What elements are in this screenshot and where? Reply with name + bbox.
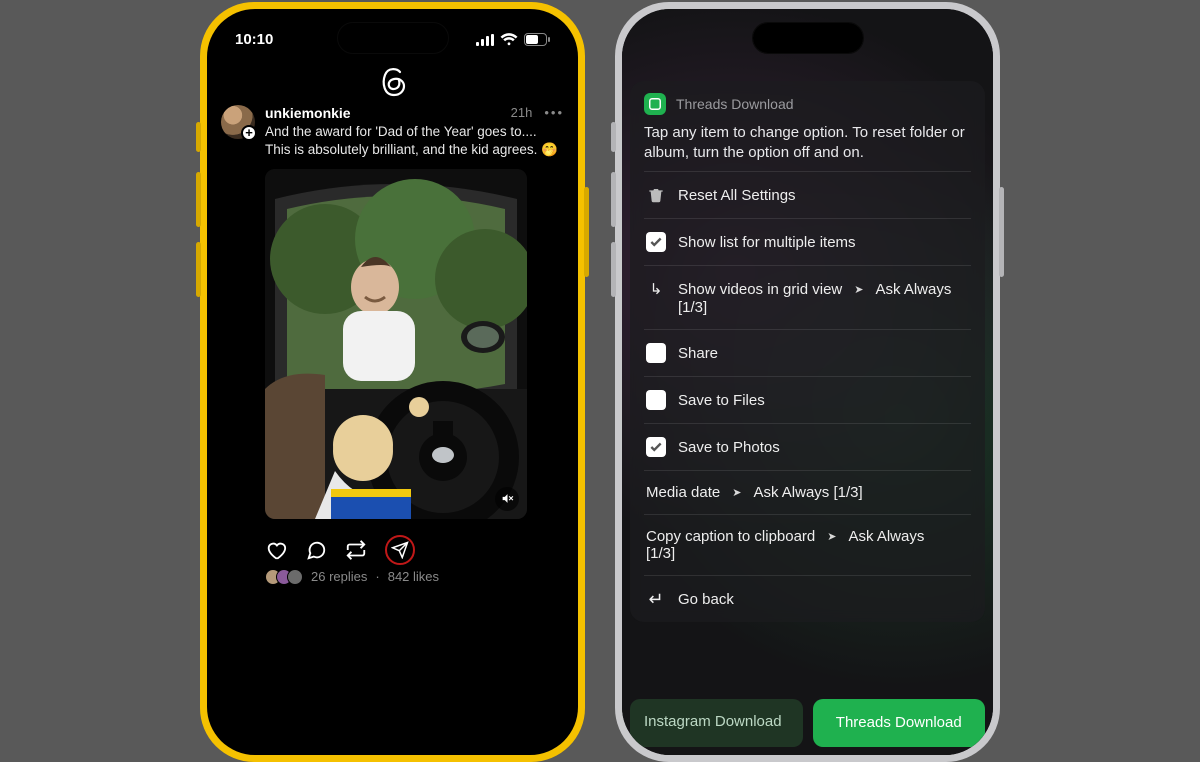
chevron-icon: ➤ (732, 486, 741, 499)
phone-left: 10:10 + unkiemonkie (200, 2, 585, 762)
share-icon[interactable] (385, 535, 415, 565)
dynamic-island (338, 23, 448, 53)
threads-logo-icon[interactable] (380, 67, 406, 97)
row-count: [1/3] (646, 299, 969, 316)
post-actions (221, 525, 564, 569)
subarrow-icon: ↳ (646, 279, 666, 299)
repost-icon[interactable] (345, 539, 367, 561)
stats-sep: · (375, 569, 379, 584)
row-share[interactable]: Share (644, 329, 971, 376)
row-label: Go back (678, 591, 734, 608)
row-reset-settings[interactable]: Reset All Settings (644, 171, 971, 218)
post-username[interactable]: unkiemonkie (265, 105, 351, 121)
row-value: Ask Always (849, 528, 925, 545)
row-label: Reset All Settings (678, 187, 796, 204)
row-grid-view[interactable]: ↳ Show videos in grid view ➤ Ask Always … (644, 265, 971, 329)
screen-left: 10:10 + unkiemonkie (207, 9, 578, 755)
app-header (207, 61, 578, 105)
phone-right: 10:11 Threads Download Tap any item to c… (615, 2, 1000, 762)
row-copy-caption[interactable]: Copy caption to clipboard ➤ Ask Always [… (644, 514, 971, 575)
post-more-icon[interactable]: ••• (544, 105, 564, 120)
trash-icon (646, 185, 666, 205)
avatar[interactable]: + (221, 105, 255, 139)
row-label: Show videos in grid view (678, 281, 842, 298)
row-media-date[interactable]: Media date ➤ Ask Always [1/3] (644, 470, 971, 514)
replier-avatars (265, 569, 303, 585)
follow-plus-icon[interactable]: + (241, 125, 257, 141)
options-sheet: Threads Download Tap any item to change … (630, 81, 985, 623)
like-icon[interactable] (265, 539, 287, 561)
sheet-app-name: Threads Download (676, 96, 794, 112)
pill-label: Instagram Download (644, 714, 782, 731)
wifi-icon (500, 33, 518, 46)
sheet-description: Tap any item to change option. To reset … (644, 123, 971, 172)
video-thumbnail-illustration (265, 169, 527, 519)
screen-right: 10:11 Threads Download Tap any item to c… (622, 9, 993, 755)
row-value: Ask Always (875, 281, 951, 298)
return-icon: ↵ (646, 589, 666, 609)
chevron-icon: ➤ (827, 530, 836, 543)
row-label: Copy caption to clipboard (646, 528, 815, 545)
post-text: And the award for 'Dad of the Year' goes… (265, 123, 564, 159)
checkbox-checked-icon (646, 232, 666, 252)
row-count: [1/3] (646, 545, 969, 562)
row-label: Media date (646, 484, 720, 501)
bottom-pills: Instagram Download Threads Download (630, 699, 985, 747)
battery-icon (524, 33, 550, 46)
checkbox-unchecked-icon (646, 343, 666, 363)
checkbox-checked-icon (646, 437, 666, 457)
comment-icon[interactable] (305, 539, 327, 561)
post-age: 21h (511, 105, 533, 120)
post: + unkiemonkie 21h ••• And the award for … (207, 105, 578, 585)
post-stats[interactable]: 26 replies · 842 likes (221, 569, 564, 585)
pill-instagram-download[interactable]: Instagram Download (630, 699, 803, 747)
row-value: Ask Always [1/3] (753, 484, 862, 501)
row-label: Share (678, 345, 718, 362)
chevron-icon: ➤ (854, 283, 863, 296)
row-go-back[interactable]: ↵ Go back (644, 575, 971, 622)
checkbox-unchecked-icon (646, 390, 666, 410)
row-label: Save to Photos (678, 439, 780, 456)
replies-count: 26 replies (311, 569, 367, 584)
row-show-list[interactable]: Show list for multiple items (644, 218, 971, 265)
pill-label: Threads Download (836, 714, 962, 731)
mute-icon[interactable] (495, 487, 519, 511)
sheet-header: Threads Download (644, 91, 971, 123)
post-video[interactable] (265, 169, 527, 519)
row-save-files[interactable]: Save to Files (644, 376, 971, 423)
shortcut-app-icon (644, 93, 666, 115)
cellular-icon (476, 34, 494, 46)
row-label: Show list for multiple items (678, 234, 856, 251)
row-save-photos[interactable]: Save to Photos (644, 423, 971, 470)
pill-threads-download[interactable]: Threads Download (813, 699, 986, 747)
status-time: 10:10 (235, 31, 273, 48)
dynamic-island (753, 23, 863, 53)
likes-count: 842 likes (388, 569, 439, 584)
row-label: Save to Files (678, 392, 765, 409)
